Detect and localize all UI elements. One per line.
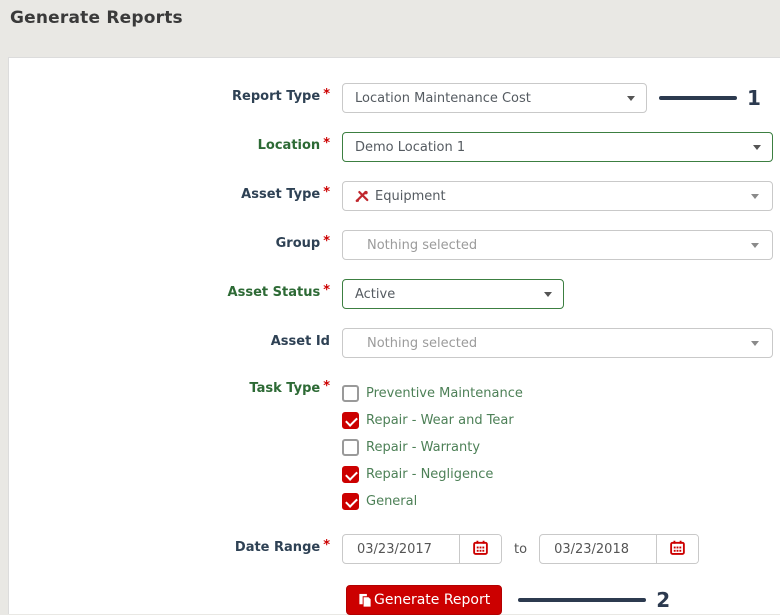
label-text: Date Range [234, 540, 321, 555]
checkbox-label: Preventive Maintenance [366, 386, 523, 401]
label-text: Location [257, 138, 321, 153]
caret-down-icon [627, 96, 635, 101]
checkbox-icon[interactable] [342, 466, 359, 483]
calendar-icon [473, 540, 488, 559]
caret-down-icon [544, 292, 552, 297]
label-text: Asset Type [241, 187, 321, 202]
submit-control: Generate Report 2 [342, 585, 670, 615]
task-type-option-preventive-maintenance[interactable]: Preventive Maintenance [342, 380, 523, 407]
caret-down-icon [751, 341, 759, 346]
asset-id-control: Nothing selected [342, 328, 773, 358]
required-asterisk: * [323, 87, 330, 102]
submit-label-spacer [9, 585, 330, 591]
end-date-calendar-button[interactable] [656, 535, 699, 563]
report-type-control: Location Maintenance Cost 1 [342, 83, 761, 113]
form-row-asset-id: Asset Id Nothing selected [9, 328, 780, 358]
form-row-group: Group * Nothing selected [9, 230, 780, 260]
checkbox-icon[interactable] [342, 439, 359, 456]
checkbox-icon[interactable] [342, 412, 359, 429]
checkbox-icon[interactable] [342, 385, 359, 402]
date-range-control: 03/23/2017 to 03/23/2018 [342, 534, 700, 564]
calendar-icon [670, 540, 685, 559]
asset-id-select[interactable]: Nothing selected [342, 328, 773, 358]
checkbox-label: Repair - Warranty [366, 440, 481, 455]
report-type-select[interactable]: Location Maintenance Cost [342, 83, 647, 113]
location-control: Demo Location 1 [342, 132, 773, 162]
placeholder-text: Nothing selected [367, 335, 478, 351]
end-date-group: 03/23/2018 [539, 534, 700, 564]
task-type-option-repair-negligence[interactable]: Repair - Negligence [342, 461, 523, 488]
page-title: Generate Reports [10, 8, 183, 28]
asset-status-select[interactable]: Active [342, 279, 564, 309]
selected-value: Active [355, 286, 396, 302]
caret-down-icon [753, 145, 761, 150]
task-type-control: Preventive Maintenance Repair - Wear and… [342, 377, 523, 515]
start-date-group: 03/23/2017 [342, 534, 502, 564]
report-file-icon [358, 593, 372, 608]
form-row-location: Location * Demo Location 1 [9, 132, 780, 162]
form-row-submit: Generate Report 2 [9, 585, 780, 615]
annotation-line [518, 598, 647, 602]
generate-report-label: Generate Report [374, 592, 491, 608]
page-header: Generate Reports [0, 0, 780, 28]
required-asterisk: * [323, 379, 330, 394]
task-type-option-general[interactable]: General [342, 488, 523, 515]
annotation-1: 1 [659, 86, 761, 110]
location-label: Location * [9, 132, 330, 153]
start-date-input[interactable]: 03/23/2017 [343, 535, 459, 563]
label-text: Report Type [232, 89, 321, 104]
checkbox-icon[interactable] [342, 493, 359, 510]
form-row-task-type: Task Type * Preventive Maintenance Repair… [9, 377, 780, 515]
end-date-input[interactable]: 03/23/2018 [540, 535, 656, 563]
asset-type-label: Asset Type * [9, 181, 330, 202]
checkbox-label: Repair - Wear and Tear [366, 413, 514, 428]
required-asterisk: * [323, 538, 330, 553]
caret-down-icon [751, 243, 759, 248]
annotation-number: 2 [656, 588, 671, 612]
group-label: Group * [9, 230, 330, 251]
placeholder-text: Nothing selected [367, 237, 478, 253]
label-text: Asset Id [270, 334, 330, 349]
generate-report-button[interactable]: Generate Report [346, 585, 503, 615]
form-row-asset-type: Asset Type * Equipment [9, 181, 780, 211]
location-select[interactable]: Demo Location 1 [342, 132, 773, 162]
form-row-report-type: Report Type * Location Maintenance Cost 1 [9, 83, 780, 113]
label-text: Group [275, 236, 321, 251]
asset-type-control: Equipment [342, 181, 773, 211]
annotation-2: 2 [518, 588, 670, 612]
asset-id-label: Asset Id [9, 328, 330, 349]
tools-icon [355, 190, 369, 203]
task-type-options: Preventive Maintenance Repair - Wear and… [342, 377, 523, 515]
group-control: Nothing selected [342, 230, 773, 260]
annotation-line [659, 96, 737, 100]
checkbox-label: Repair - Negligence [366, 467, 494, 482]
form-row-date-range: Date Range * 03/23/2017 to 03/23/2018 [9, 534, 780, 564]
date-range-label: Date Range * [9, 534, 330, 555]
report-type-label: Report Type * [9, 83, 330, 104]
report-form-card: Report Type * Location Maintenance Cost 1… [8, 57, 780, 615]
label-text: Asset Status [227, 285, 321, 300]
asset-type-select[interactable]: Equipment [342, 181, 773, 211]
required-asterisk: * [323, 234, 330, 249]
date-range-separator: to [514, 541, 528, 557]
selected-value: Demo Location 1 [355, 139, 466, 155]
required-asterisk: * [323, 185, 330, 200]
selected-value: Equipment [375, 188, 446, 204]
required-asterisk: * [323, 283, 330, 298]
selected-value: Location Maintenance Cost [355, 90, 531, 106]
start-date-calendar-button[interactable] [459, 535, 501, 563]
caret-down-icon [751, 194, 759, 199]
task-type-option-repair-wear-and-tear[interactable]: Repair - Wear and Tear [342, 407, 523, 434]
task-type-option-repair-warranty[interactable]: Repair - Warranty [342, 434, 523, 461]
annotation-number: 1 [747, 86, 761, 110]
label-text: Task Type [249, 381, 321, 396]
required-asterisk: * [323, 136, 330, 151]
form-row-asset-status: Asset Status * Active [9, 279, 780, 309]
checkbox-label: General [366, 494, 418, 509]
task-type-label: Task Type * [9, 377, 330, 396]
asset-status-label: Asset Status * [9, 279, 330, 300]
group-select[interactable]: Nothing selected [342, 230, 773, 260]
asset-status-control: Active [342, 279, 564, 309]
generate-reports-page: { "page": { "title": "Generate Reports" … [0, 0, 780, 615]
